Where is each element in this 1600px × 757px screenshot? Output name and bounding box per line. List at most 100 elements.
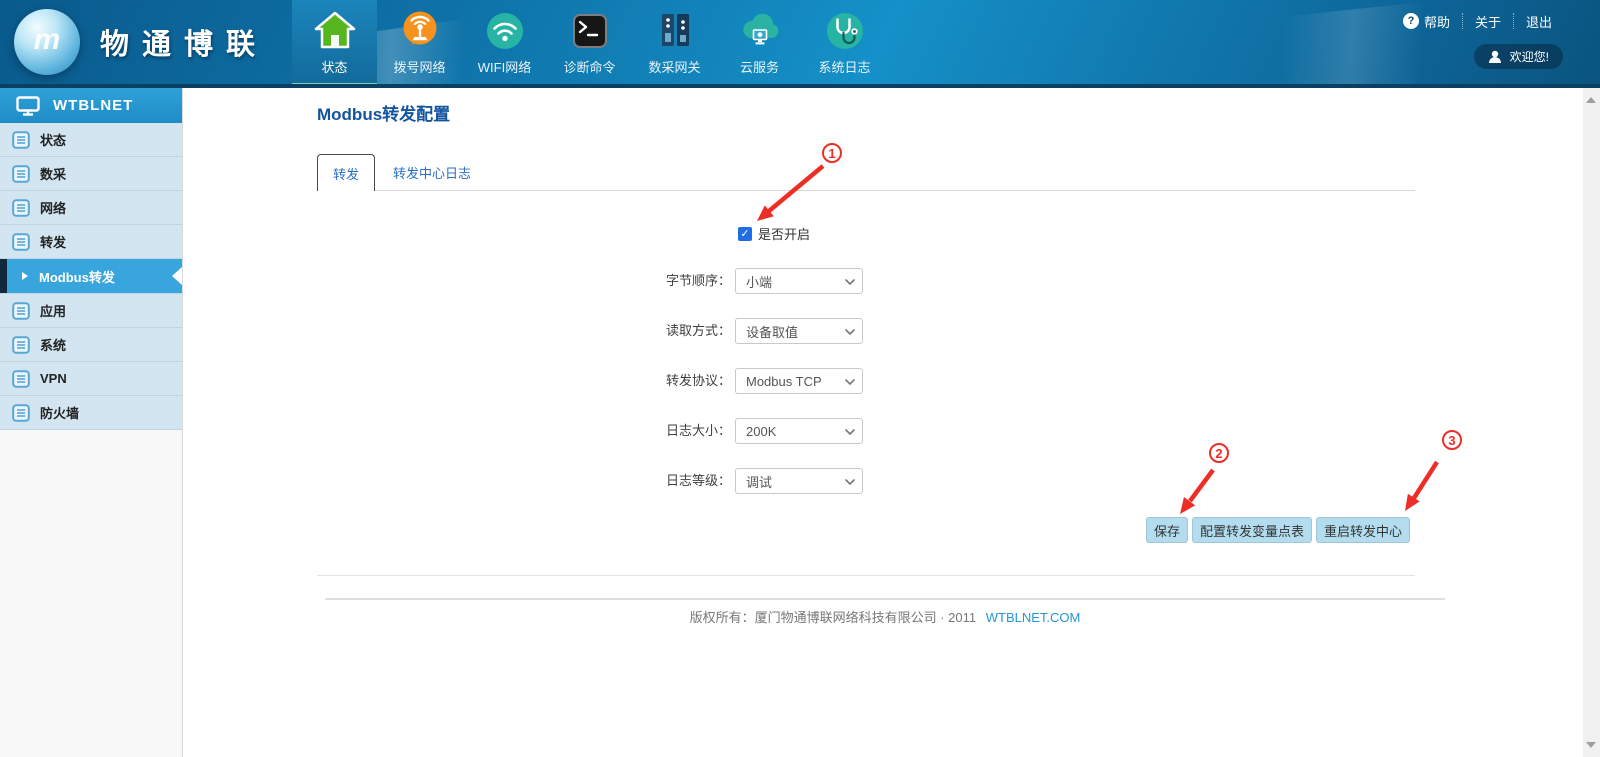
sidebar-item-data-collect[interactable]: 数采 [0, 157, 182, 191]
sidebar-item-application[interactable]: 应用 [0, 294, 182, 328]
sidebar-item-modbus-forward[interactable]: Modbus转发 [0, 259, 182, 294]
welcome-button[interactable]: 欢迎您! [1474, 44, 1563, 69]
byte-order-select[interactable]: 小端 [735, 268, 863, 294]
nav-item-data-gateway[interactable]: 数采网关 [632, 0, 717, 88]
nav-item-diagnostic-command[interactable]: 诊断命令 [547, 0, 632, 88]
sidebar-item-label: 应用 [40, 301, 66, 320]
nav-item-dial-network[interactable]: 拨号网络 [377, 0, 462, 88]
sidebar-item-label: 状态 [40, 130, 66, 149]
sidebar-item-label: VPN [40, 371, 67, 386]
brand-name: 物通博联 [100, 21, 268, 63]
tab-forward[interactable]: 转发 [317, 154, 375, 191]
header-links: ? 帮助 关于 退出 [1391, 13, 1564, 29]
tab-bar: 转发 转发中心日志 [317, 154, 1415, 191]
list-icon [12, 165, 30, 183]
page-title: Modbus转发配置 [317, 100, 450, 125]
stethoscope-icon [822, 8, 868, 54]
chevron-down-icon [845, 479, 855, 485]
terminal-icon [567, 8, 613, 54]
field-label-log-size: 日志大小： [581, 418, 731, 444]
nav-label: 数采网关 [648, 57, 700, 76]
field-label-byte-order: 字节顺序： [581, 268, 731, 294]
wifi-icon [482, 8, 528, 54]
restart-forward-center-button[interactable]: 重启转发中心 [1316, 517, 1410, 543]
vertical-scrollbar[interactable] [1583, 88, 1600, 757]
nav-label: 云服务 [740, 57, 779, 76]
select-value: 200K [746, 424, 776, 439]
log-level-select[interactable]: 调试 [735, 468, 863, 494]
tab-forward-center-log[interactable]: 转发中心日志 [375, 154, 489, 190]
caret-right-icon [22, 272, 28, 280]
forward-protocol-select[interactable]: Modbus TCP [735, 368, 863, 394]
sidebar: WTBLNET 状态 数采 [0, 88, 183, 757]
nav-item-wifi-network[interactable]: WIFI网络 [462, 0, 547, 88]
home-icon [312, 8, 358, 54]
sidebar-item-label: 网络 [40, 198, 66, 217]
field-label-forward-protocol: 转发协议： [581, 368, 731, 394]
enable-checkbox-label: 是否开启 [758, 224, 810, 243]
select-value: Modbus TCP [746, 374, 822, 389]
field-label-log-level: 日志等级： [581, 468, 731, 494]
dial-network-icon [397, 8, 443, 54]
sidebar-item-label: 系统 [40, 335, 66, 354]
annotation-circle-3: 3 [1442, 430, 1462, 450]
tab-label: 转发中心日志 [393, 163, 471, 182]
list-icon [12, 233, 30, 251]
enable-row: 是否开启 [738, 224, 810, 243]
welcome-label: 欢迎您! [1510, 48, 1549, 65]
about-link[interactable]: 关于 [1462, 13, 1513, 29]
globe-logo-icon: m [14, 9, 80, 75]
globe-letter: m [34, 23, 61, 57]
sidebar-item-label: 防火墙 [40, 403, 79, 422]
help-link[interactable]: ? 帮助 [1391, 13, 1462, 29]
sidebar-item-vpn[interactable]: VPN [0, 362, 182, 396]
sidebar-item-status[interactable]: 状态 [0, 123, 182, 157]
list-icon [12, 131, 30, 149]
chevron-down-icon [845, 279, 855, 285]
tab-label: 转发 [333, 164, 359, 183]
log-size-select[interactable]: 200K [735, 418, 863, 444]
sidebar-item-label: 转发 [40, 232, 66, 251]
chevron-down-icon [845, 379, 855, 385]
logout-link[interactable]: 退出 [1513, 13, 1564, 29]
list-icon [12, 370, 30, 388]
nav-label: WIFI网络 [478, 57, 531, 76]
sidebar-item-forward[interactable]: 转发 [0, 225, 182, 259]
nav-label: 状态 [321, 57, 347, 76]
nav-label: 系统日志 [818, 57, 870, 76]
top-header: m 物通博联 状态 [0, 0, 1600, 88]
annotation-circle-1: 1 [822, 143, 842, 163]
sidebar-item-network[interactable]: 网络 [0, 191, 182, 225]
list-icon [12, 336, 30, 354]
main-content: Modbus转发配置 转发 转发中心日志 是否开启 字节顺序： 小端 读取方式：… [184, 88, 1583, 757]
nav-item-status[interactable]: 状态 [292, 0, 377, 88]
annotation-circle-2: 2 [1209, 443, 1229, 463]
list-icon [12, 404, 30, 422]
help-label: 帮助 [1424, 12, 1450, 31]
read-mode-select[interactable]: 设备取值 [735, 318, 863, 344]
nav-item-system-log[interactable]: 系统日志 [802, 0, 887, 88]
question-icon: ? [1403, 13, 1419, 29]
configure-forward-variable-table-button[interactable]: 配置转发变量点表 [1192, 517, 1312, 543]
footer-divider [325, 598, 1445, 600]
nav-item-cloud-service[interactable]: 云服务 [717, 0, 802, 88]
sidebar-item-system[interactable]: 系统 [0, 328, 182, 362]
save-button[interactable]: 保存 [1146, 517, 1188, 543]
scroll-down-arrow-icon[interactable] [1586, 742, 1596, 748]
nav-label: 诊断命令 [563, 57, 615, 76]
sidebar-title: WTBLNET [53, 97, 133, 114]
gateway-icon [652, 8, 698, 54]
about-label: 关于 [1475, 12, 1501, 31]
button-row: 保存 配置转发变量点表 重启转发中心 [1146, 517, 1410, 543]
sidebar-header: WTBLNET [0, 88, 182, 123]
monitor-icon [16, 96, 40, 116]
select-value: 小端 [746, 272, 772, 291]
site-link[interactable]: WTBLNET.COM [986, 610, 1081, 625]
sidebar-item-firewall[interactable]: 防火墙 [0, 396, 182, 430]
enable-checkbox[interactable] [738, 227, 752, 241]
scroll-up-arrow-icon[interactable] [1586, 97, 1596, 103]
chevron-down-icon [845, 329, 855, 335]
copyright-text: 版权所有：厦门物通博联网络科技有限公司 · 2011 [690, 610, 977, 625]
logout-label: 退出 [1526, 12, 1552, 31]
nav-label: 拨号网络 [393, 57, 445, 76]
